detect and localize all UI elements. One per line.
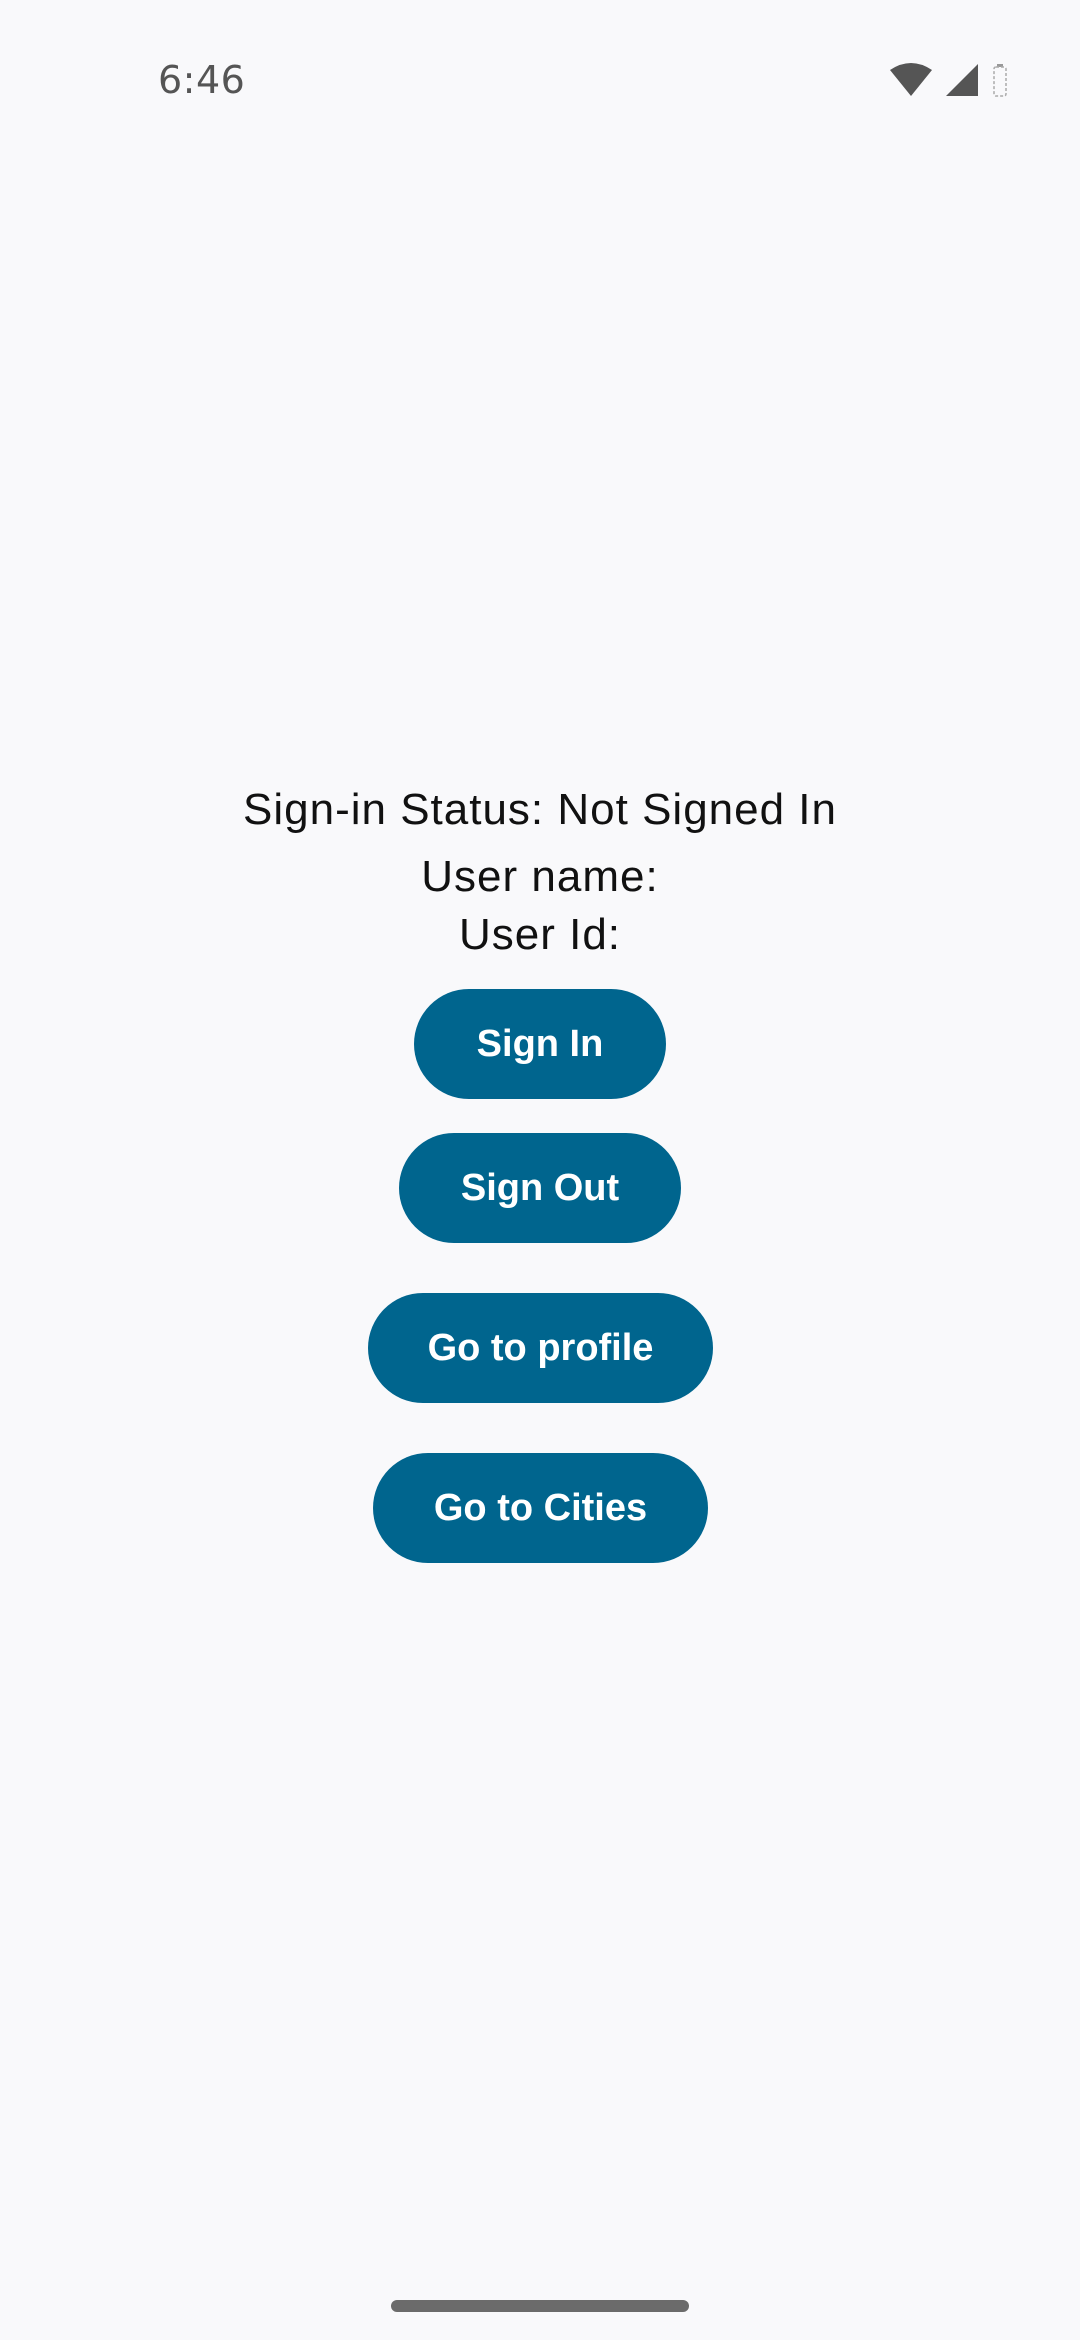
go-to-cities-button[interactable]: Go to Cities — [373, 1453, 708, 1563]
go-to-profile-button[interactable]: Go to profile — [368, 1293, 713, 1403]
battery-icon — [990, 62, 1010, 98]
sign-out-button[interactable]: Sign Out — [399, 1133, 681, 1243]
status-bar: 6:46 — [0, 0, 1080, 170]
cellular-signal-icon — [944, 62, 980, 98]
user-name-label: User name: — [421, 852, 659, 901]
auth-info: Sign-in Status: Not Signed In User name:… — [0, 780, 1080, 964]
sign-in-status-text: Sign-in Status: Not Signed In — [243, 785, 837, 834]
status-time: 6:46 — [158, 58, 246, 102]
home-indicator[interactable] — [391, 2300, 689, 2312]
app-screen: 6:46 Sign-in Status: Not Signed In User … — [0, 0, 1080, 2340]
wifi-icon — [888, 62, 934, 98]
sign-in-button[interactable]: Sign In — [414, 989, 666, 1099]
user-id-label: User Id: — [458, 910, 622, 959]
status-icons — [888, 62, 1010, 98]
